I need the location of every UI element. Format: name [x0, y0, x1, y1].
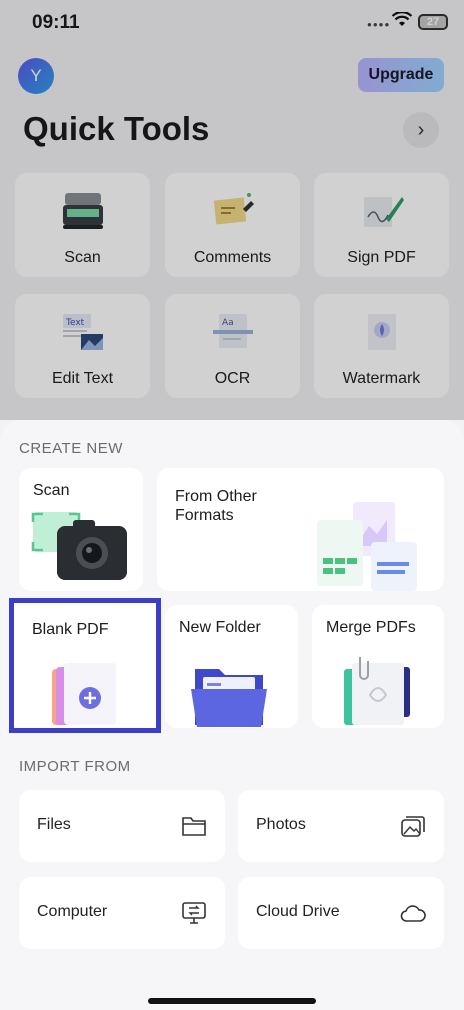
page-title: Quick Tools	[23, 110, 210, 147]
signal-icon: ●●●●	[367, 20, 391, 29]
create-new-folder-card[interactable]: New Folder	[165, 605, 298, 728]
edit-text-icon: Text	[62, 314, 103, 350]
battery-icon: 27	[418, 14, 448, 30]
tool-label: Edit Text	[51, 370, 114, 387]
card-title: New Folder	[179, 619, 261, 636]
svg-text:Aa: Aa	[222, 318, 234, 328]
import-cloud-drive[interactable]: Cloud Drive	[238, 877, 444, 949]
create-from-formats-card[interactable]: From Other Formats	[157, 468, 444, 591]
photos-icon	[401, 816, 425, 837]
card-title: Scan	[33, 482, 70, 499]
pen-sign-icon	[363, 197, 404, 227]
cloud-icon	[400, 905, 426, 922]
tool-label: Scan	[64, 249, 101, 266]
home-indicator	[148, 998, 316, 1004]
tool-watermark[interactable]: Watermark	[314, 294, 449, 398]
tool-label: OCR	[214, 370, 251, 387]
import-files[interactable]: Files	[19, 790, 225, 862]
tool-ocr[interactable]: Aa OCR	[165, 294, 300, 398]
section-create-new: CREATE NEW	[19, 440, 123, 457]
merge-icon	[344, 657, 410, 725]
create-sheet: CREATE NEW Scan From Other Formats Blank…	[0, 420, 464, 1010]
tool-scan[interactable]: Scan	[15, 173, 150, 277]
chevron-right-icon[interactable]: ›	[403, 112, 439, 148]
status-time: 09:11	[32, 12, 80, 33]
tool-comments[interactable]: Comments	[165, 173, 300, 277]
card-title-line2: Formats	[175, 507, 234, 524]
ocr-icon: Aa	[212, 314, 253, 348]
scanner-icon	[62, 193, 103, 229]
tool-label: Comments	[193, 249, 272, 266]
watermark-icon	[367, 314, 396, 350]
upgrade-button[interactable]: Upgrade	[358, 58, 444, 92]
add-pdf-icon	[52, 663, 116, 725]
folder-outline-icon	[182, 817, 206, 836]
wifi-icon	[392, 12, 412, 26]
import-label: Photos	[256, 816, 306, 833]
create-blank-pdf-card[interactable]: Blank PDF	[9, 598, 161, 733]
section-import-from: IMPORT FROM	[19, 758, 131, 775]
import-label: Cloud Drive	[256, 903, 340, 920]
card-title: Merge PDFs	[326, 619, 416, 636]
tool-sign-pdf[interactable]: Sign PDF	[314, 173, 449, 277]
import-label: Computer	[37, 903, 108, 920]
camera-icon	[31, 512, 127, 580]
status-bar: 09:11 ●●●● 27	[0, 0, 464, 44]
tool-label: Sign PDF	[347, 249, 416, 266]
import-photos[interactable]: Photos	[238, 790, 444, 862]
sticky-note-icon	[213, 193, 254, 225]
card-title: From Other	[175, 488, 257, 505]
svg-text:Text: Text	[65, 318, 85, 328]
documents-icon	[317, 502, 417, 591]
create-merge-pdfs-card[interactable]: Merge PDFs	[312, 605, 444, 728]
import-label: Files	[37, 816, 71, 833]
avatar[interactable]: Y	[18, 58, 54, 94]
import-computer[interactable]: Computer	[19, 877, 225, 949]
tool-edit-text[interactable]: Text Edit Text	[15, 294, 150, 398]
card-title: Blank PDF	[32, 621, 109, 638]
folder-icon	[191, 669, 267, 727]
tool-label: Watermark	[342, 370, 421, 387]
computer-icon	[182, 902, 206, 924]
create-scan-card[interactable]: Scan	[19, 468, 143, 591]
